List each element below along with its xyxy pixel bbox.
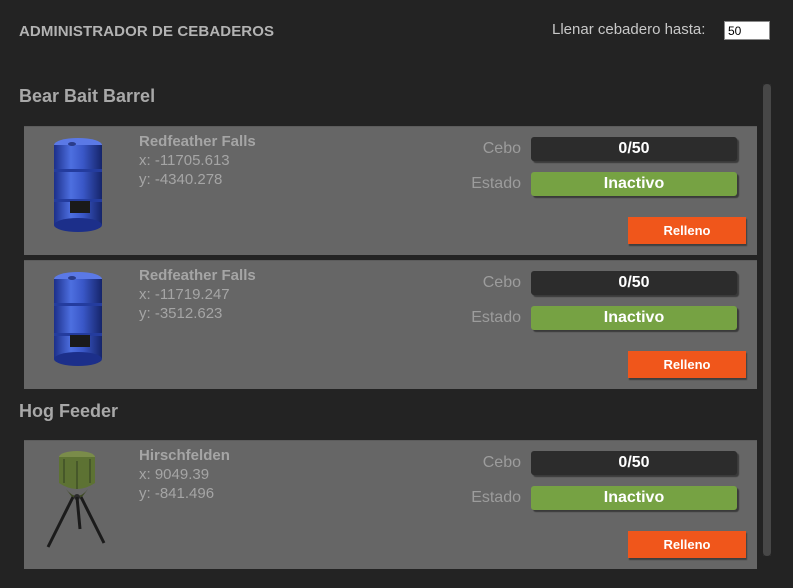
section-title-hog-feeder: Hog Feeder: [19, 401, 119, 421]
fill-limit-input[interactable]: [724, 21, 770, 40]
bait-amount: 0/50: [531, 451, 737, 475]
coord-x: x: 9049.39: [139, 466, 210, 483]
coord-x: x: -11719.247: [139, 286, 230, 303]
fill-limit-label: Llenar cebadero hasta:: [552, 21, 706, 38]
status-badge: Inactivo: [531, 306, 737, 330]
coord-y: y: -3512.623: [139, 305, 223, 322]
status-label: Estado: [471, 489, 521, 506]
page-title: ADMINISTRADOR DE CEBADEROS: [19, 23, 275, 40]
section-title-bear-bait-barrel: Bear Bait Barrel: [19, 86, 156, 106]
bait-card: Hirschfelden x: 9049.39 y: -841.496 Cebo…: [24, 440, 757, 569]
status-label: Estado: [471, 175, 521, 192]
feeder-location-name: Hirschfelden: [139, 447, 230, 464]
bait-manager-panel: ADMINISTRADOR DE CEBADEROS Llenar cebade…: [0, 0, 793, 588]
scrollbar-thumb[interactable]: [763, 84, 771, 556]
bait-amount: 0/50: [531, 137, 737, 161]
refill-button[interactable]: Relleno: [628, 351, 746, 378]
bait-card: Redfeather Falls x: -11719.247 y: -3512.…: [24, 260, 757, 389]
coord-x: x: -11705.613: [139, 152, 230, 169]
feeder-location-name: Redfeather Falls: [139, 133, 256, 150]
scrollbar[interactable]: [763, 84, 771, 556]
bait-label: Cebo: [482, 274, 521, 291]
bait-amount: 0/50: [531, 271, 737, 295]
bait-label: Cebo: [482, 140, 521, 157]
coord-y: y: -4340.278: [139, 171, 223, 188]
status-label: Estado: [471, 309, 521, 326]
feeder-location-name: Redfeather Falls: [139, 267, 256, 284]
tripod-feeder-icon: [46, 451, 106, 548]
status-badge: Inactivo: [531, 486, 737, 510]
coord-y: y: -841.496: [139, 485, 215, 502]
status-badge: Inactivo: [531, 172, 737, 196]
bait-label: Cebo: [482, 454, 521, 471]
refill-button[interactable]: Relleno: [628, 217, 746, 244]
refill-button[interactable]: Relleno: [628, 531, 746, 558]
bait-card: Redfeather Falls x: -11705.613 y: -4340.…: [24, 126, 757, 255]
blue-barrel-icon: [54, 138, 102, 232]
blue-barrel-icon: [54, 272, 102, 366]
